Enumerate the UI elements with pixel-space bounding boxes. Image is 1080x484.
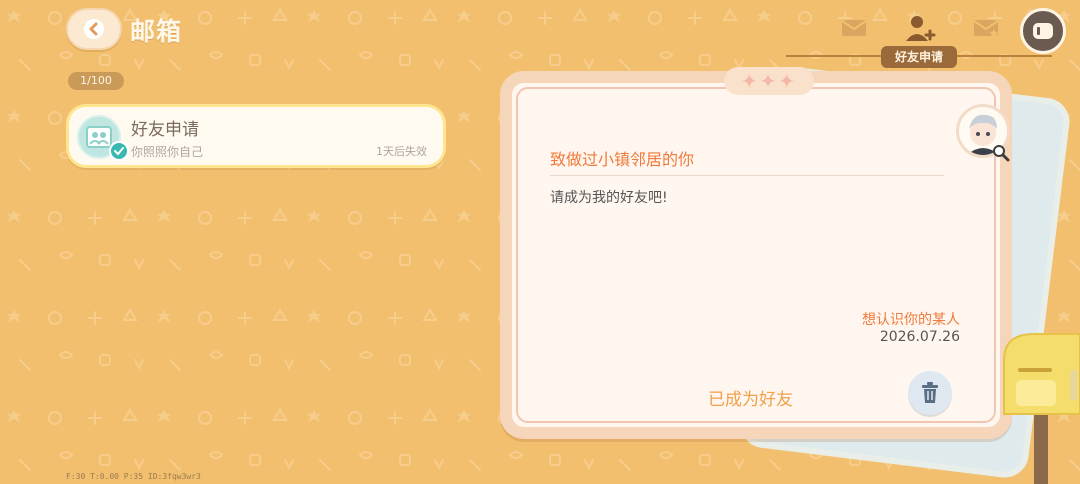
mail-item-expire: 1天后失效 bbox=[376, 145, 427, 158]
mail-item-title: 好友申请 bbox=[131, 120, 199, 140]
mail-list-item[interactable]: 好友申请 你照照你自己 1天后失效 bbox=[66, 104, 446, 168]
search-icon[interactable] bbox=[990, 142, 1012, 164]
tab-mail[interactable] bbox=[834, 8, 874, 48]
letter-divider bbox=[550, 175, 944, 176]
sparkle-decoration: ✦✦✦ bbox=[724, 67, 814, 95]
friend-status: 已成为好友 bbox=[708, 390, 793, 410]
letter-sender: 想认识你的某人 bbox=[862, 312, 960, 328]
exit-door-icon bbox=[1033, 23, 1053, 39]
tab-friend-request[interactable] bbox=[900, 8, 940, 48]
add-friend-icon bbox=[906, 16, 936, 41]
debug-info: F:30 T:0.00 P:35 ID:3fqw3wr3 bbox=[66, 472, 201, 481]
letter-panel: ✦✦✦ 致做过小镇邻居的你 请成为我的好友吧! 想认识你的某人 2026.07.… bbox=[500, 67, 1012, 439]
mail-item-subtitle: 你照照你自己 bbox=[131, 145, 204, 159]
mail-counter: 1/100 bbox=[68, 72, 124, 90]
tab-mail-star[interactable] bbox=[966, 8, 1006, 48]
back-button[interactable] bbox=[66, 8, 122, 50]
close-button[interactable] bbox=[1020, 8, 1066, 54]
trash-icon bbox=[922, 382, 938, 403]
letter-subject: 致做过小镇邻居的你 bbox=[550, 150, 695, 169]
read-check-icon bbox=[109, 141, 129, 161]
active-tab-label: 好友申请 bbox=[881, 46, 957, 68]
mailbox-illustration bbox=[1003, 333, 1080, 484]
page-title: 邮箱 bbox=[130, 17, 183, 46]
delete-button[interactable] bbox=[908, 371, 952, 415]
letter-body: 请成为我的好友吧! bbox=[550, 190, 668, 206]
starred-envelope-icon bbox=[973, 20, 999, 38]
envelope-icon bbox=[841, 20, 867, 36]
letter-date: 2026.07.26 bbox=[879, 329, 960, 345]
chevron-left-icon bbox=[84, 19, 104, 39]
